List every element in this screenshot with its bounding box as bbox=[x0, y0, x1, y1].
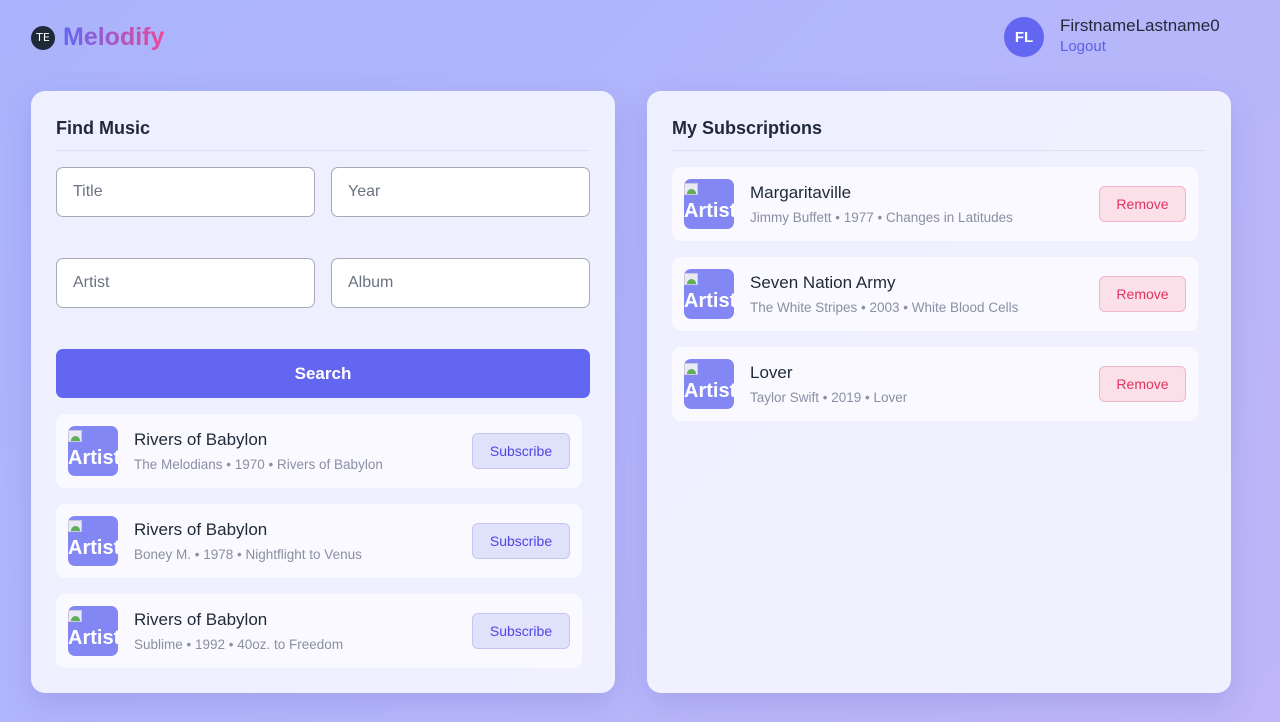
remove-button[interactable]: Remove bbox=[1099, 276, 1186, 312]
broken-image-icon bbox=[684, 363, 698, 375]
remove-button[interactable]: Remove bbox=[1099, 366, 1186, 402]
album-thumbnail: Artist bbox=[684, 269, 734, 319]
song-meta: Boney M. • 1978 • Nightflight to Venus bbox=[134, 547, 362, 562]
avatar: FL bbox=[1004, 17, 1044, 57]
thumbnail-alt-text: Artist bbox=[68, 627, 118, 649]
thumbnail-alt-text: Artist bbox=[684, 290, 734, 312]
song-title: Seven Nation Army bbox=[750, 273, 896, 292]
brand-logo-icon: TE bbox=[31, 25, 55, 50]
result-item: Artist Rivers of Babylon Boney M. • 1978… bbox=[56, 504, 582, 578]
subscription-item: Artist Margaritaville Jimmy Buffett • 19… bbox=[672, 167, 1198, 241]
user-info: FirstnameLastname0 Logout bbox=[1060, 16, 1220, 58]
broken-image-icon bbox=[68, 520, 82, 532]
result-item: Artist Rivers of Babylon The Melodians •… bbox=[56, 414, 582, 488]
subscription-item: Artist Lover Taylor Swift • 2019 • Lover… bbox=[672, 347, 1198, 421]
song-title: Rivers of Babylon bbox=[134, 610, 268, 629]
album-thumbnail: Artist bbox=[68, 426, 118, 476]
broken-image-icon bbox=[684, 273, 698, 285]
subscriptions-title: My Subscriptions bbox=[672, 118, 823, 138]
year-input[interactable] bbox=[331, 167, 590, 217]
search-button[interactable]: Search bbox=[56, 349, 590, 398]
album-input[interactable] bbox=[331, 258, 590, 308]
thumbnail-alt-text: Artist bbox=[68, 537, 118, 559]
song-title: Rivers of Babylon bbox=[134, 520, 268, 539]
artist-input[interactable] bbox=[56, 258, 315, 308]
broken-image-icon bbox=[684, 183, 698, 195]
song-meta: The Melodians • 1970 • Rivers of Babylon bbox=[134, 457, 383, 472]
song-title: Rivers of Babylon bbox=[134, 430, 268, 449]
song-meta: Sublime • 1992 • 40oz. to Freedom bbox=[134, 637, 344, 652]
user-menu: FL FirstnameLastname0 Logout bbox=[1004, 16, 1220, 58]
album-thumbnail: Artist bbox=[684, 359, 734, 409]
album-thumbnail: Artist bbox=[68, 606, 118, 656]
subscribe-button[interactable]: Subscribe bbox=[472, 433, 570, 469]
find-music-panel: Find Music Search Artist Rivers of Babyl… bbox=[31, 91, 615, 693]
subscribe-button[interactable]: Subscribe bbox=[472, 613, 570, 649]
song-title: Margaritaville bbox=[750, 183, 852, 202]
subscribe-button[interactable]: Subscribe bbox=[472, 523, 570, 559]
song-meta: Jimmy Buffett • 1977 • Changes in Latitu… bbox=[750, 210, 1013, 225]
song-title: Lover bbox=[750, 363, 793, 382]
user-name: FirstnameLastname0 bbox=[1060, 16, 1220, 35]
broken-image-icon bbox=[68, 610, 82, 622]
remove-button[interactable]: Remove bbox=[1099, 186, 1186, 222]
divider bbox=[672, 150, 1206, 151]
logout-link[interactable]: Logout bbox=[1060, 36, 1220, 58]
album-thumbnail: Artist bbox=[68, 516, 118, 566]
broken-image-icon bbox=[68, 430, 82, 442]
title-input[interactable] bbox=[56, 167, 315, 217]
logo[interactable]: TE Melodify bbox=[31, 23, 164, 52]
song-meta: The White Stripes • 2003 • White Blood C… bbox=[750, 300, 1019, 315]
thumbnail-alt-text: Artist bbox=[684, 200, 734, 222]
divider bbox=[56, 150, 590, 151]
thumbnail-alt-text: Artist bbox=[68, 447, 118, 469]
song-meta: Taylor Swift • 2019 • Lover bbox=[750, 390, 908, 405]
album-thumbnail: Artist bbox=[684, 179, 734, 229]
app-header: TE Melodify FL FirstnameLastname0 Logout bbox=[0, 0, 1280, 80]
subscription-item: Artist Seven Nation Army The White Strip… bbox=[672, 257, 1198, 331]
thumbnail-alt-text: Artist bbox=[684, 380, 734, 402]
find-music-title: Find Music bbox=[56, 118, 150, 138]
brand-name: Melodify bbox=[63, 23, 165, 51]
subscriptions-panel: My Subscriptions Artist Margaritaville J… bbox=[647, 91, 1231, 693]
result-item: Artist Rivers of Babylon Sublime • 1992 … bbox=[56, 594, 582, 668]
